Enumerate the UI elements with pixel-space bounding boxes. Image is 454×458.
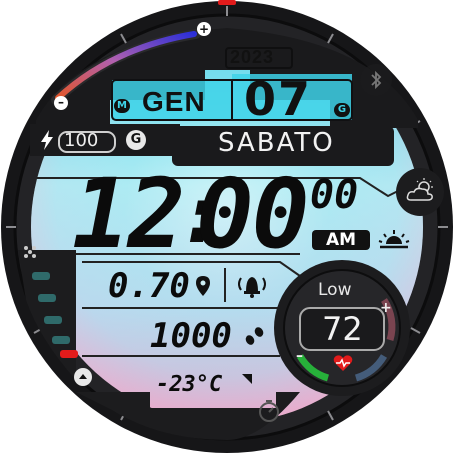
apps-grid-icon[interactable] — [22, 244, 38, 260]
month-text: GEN — [142, 86, 206, 117]
footsteps-icon — [242, 326, 266, 346]
side-minus-button[interactable]: – — [54, 96, 68, 110]
heart-rate-zone-label: Low — [318, 280, 352, 300]
top-plus-button[interactable]: + — [197, 22, 211, 36]
heart-rate-plus-button[interactable]: + — [380, 300, 392, 316]
temperature-value: -23°C — [156, 372, 223, 397]
heart-rate-minus-button[interactable]: – — [296, 348, 303, 364]
distance-value: 0.70 — [108, 266, 190, 306]
weather-partly-cloudy-icon[interactable] — [406, 178, 436, 204]
time-minutes: 00 — [196, 158, 310, 270]
arrow-up-icon[interactable] — [74, 368, 92, 386]
sunrise-icon — [378, 228, 410, 250]
time-hours: 12 — [72, 158, 186, 270]
watch-face: + – 2023 M GEN 07 G 100 G SABATO 12 : 00… — [0, 0, 454, 454]
weekday-text: SABATO — [218, 128, 335, 158]
time-seconds: 00 — [310, 172, 359, 218]
top-red-marker — [218, 0, 236, 5]
battery-badge: G — [126, 130, 146, 150]
day-text: 07 — [244, 72, 313, 126]
battery-value: 100 — [64, 130, 99, 151]
heart-pulse-icon — [333, 354, 353, 372]
day-badge: G — [334, 103, 350, 117]
alarm-bell-icon[interactable] — [234, 272, 270, 298]
lightning-icon — [40, 130, 54, 150]
am-pm-badge: AM — [312, 230, 370, 250]
heart-rate-value: 72 — [322, 310, 363, 348]
year-text: 2023 — [230, 47, 275, 67]
steps-value: 1000 — [150, 316, 232, 356]
temperature-corner-mark — [242, 374, 252, 384]
timer-icon[interactable] — [256, 398, 282, 424]
row-divider — [224, 268, 226, 302]
location-pin-icon — [196, 276, 210, 296]
month-badge: M — [114, 99, 130, 113]
bluetooth-icon[interactable] — [368, 70, 384, 90]
